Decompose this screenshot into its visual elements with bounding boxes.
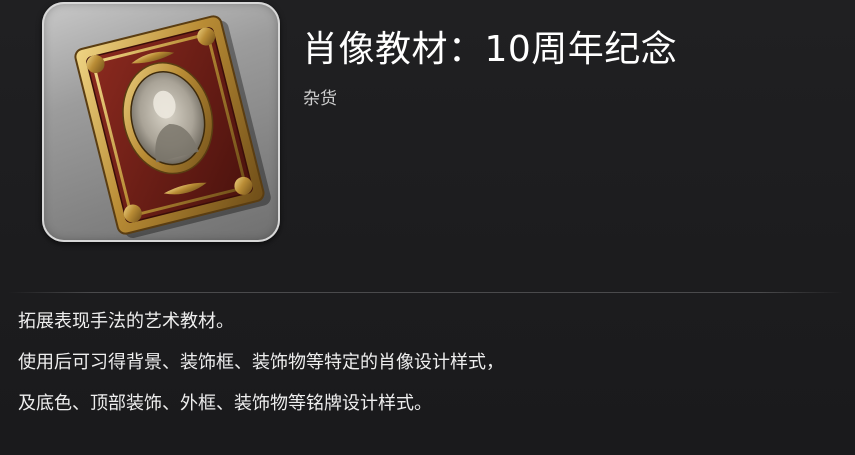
- item-description: 拓展表现手法的艺术教材。 使用后可习得背景、装饰框、装饰物等特定的肖像设计样式，…: [18, 312, 838, 435]
- item-name: 肖像教材：10周年纪念: [302, 29, 678, 70]
- description-line: 及底色、顶部装饰、外框、装饰物等铭牌设计样式。: [18, 393, 432, 414]
- divider: [8, 292, 844, 293]
- item-tooltip: 肖像教材：10周年纪念 杂货 拓展表现手法的艺术教材。 使用后可习得背景、装饰框…: [0, 0, 855, 455]
- description-line: 使用后可习得背景、装饰框、装饰物等特定的肖像设计样式，: [18, 352, 504, 373]
- portrait-book-icon: [74, 15, 271, 238]
- item-category: 杂货: [303, 89, 337, 109]
- item-icon-slot[interactable]: [42, 2, 280, 242]
- description-line: 拓展表现手法的艺术教材。: [18, 311, 234, 332]
